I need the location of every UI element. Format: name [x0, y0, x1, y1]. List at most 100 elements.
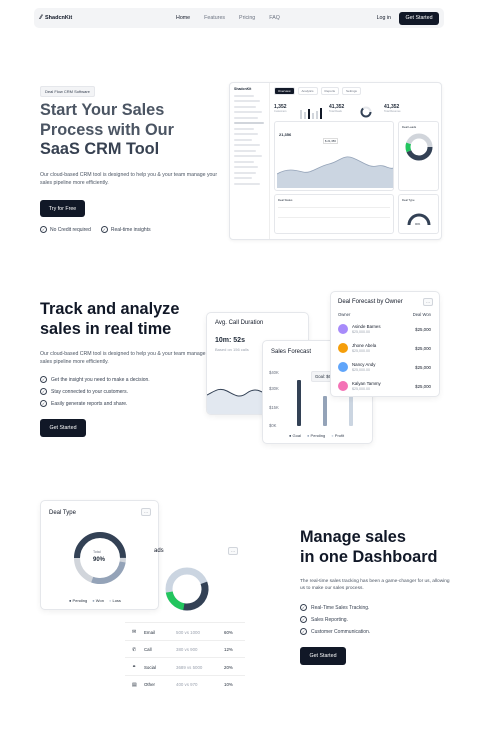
deal-type-mini: Deal Type 90% — [398, 194, 439, 234]
dashboard-brand: ShadcnKit — [234, 87, 252, 91]
hero-badge: Deal Flow CRM Software — [40, 86, 95, 97]
dashboard-tab-overview[interactable]: Overview — [274, 87, 295, 95]
lead-ratio: 500 vs 1000 — [176, 629, 200, 635]
check-circle-icon: ✓ — [300, 604, 307, 611]
nav-link-home[interactable]: Home — [176, 15, 190, 21]
brand-name: ShadcnKit — [45, 15, 73, 21]
hero-title: Start Your Sales Process with Our SaaS C… — [40, 101, 215, 160]
dashboard-sidebar: ShadcnKit — [230, 83, 270, 239]
table-title: Deal Status — [278, 198, 293, 202]
login-link[interactable]: Log in — [377, 15, 391, 21]
call-duration-value: 10m: 52s — [215, 337, 245, 344]
owner-row: Asinde Barnes $25,000.00 $25,000 — [338, 322, 432, 339]
table-row: ✆ Call 380 vs 900 12% — [125, 639, 245, 659]
hero-description: Our cloud-based CRM tool is designed to … — [40, 172, 218, 186]
leads-donut — [165, 567, 209, 611]
owner-name: Jhone Abela — [352, 343, 377, 348]
legend-label: Pending — [310, 433, 326, 438]
list-item: ✓ Real-Time Sales Tracking. — [300, 604, 370, 611]
mini-title: Deal Leads — [402, 125, 417, 129]
lead-channel: Social — [144, 664, 156, 670]
lead-ratio: 3689 vs 5000 — [176, 664, 203, 670]
chart-value: 21,356 — [279, 132, 292, 137]
y-tick: $0K — [269, 423, 277, 428]
list-item: ✓ Customer Communication. — [300, 628, 370, 635]
owner-row: Nancy Andy $25,000.00 $25,000 — [338, 360, 432, 377]
bar-goal — [297, 380, 301, 426]
owner-row: Kalyan Tammy $25,000.00 $25,000 — [338, 379, 432, 396]
check-circle-icon: ✓ — [300, 628, 307, 635]
legend-label: Loss — [112, 598, 121, 603]
deal-leads-card-content: ads ··· ✉ Email 500 vs 1000 60% ✆ Call 380 vs … — [125, 540, 245, 692]
section3-title-line-2: in one Dashboard — [300, 547, 438, 566]
area-chart — [277, 156, 393, 188]
lead-pct: 10% — [224, 682, 233, 687]
point-label: Customer Communication. — [311, 628, 371, 635]
dashboard-tab-reports[interactable]: Reports — [320, 87, 340, 95]
owner-deal-value: $25,000 — [415, 384, 431, 389]
avatar — [338, 362, 348, 372]
section2-title: Track and analyze sales in real time — [40, 300, 180, 338]
top-navbar: ⁄⁄ ShadcnKit Home Features Pricing FAQ L… — [34, 8, 444, 28]
try-for-free-button[interactable]: Try for Free — [40, 200, 85, 217]
point-label: Sales Reporting. — [311, 616, 348, 623]
lead-ratio: 380 vs 900 — [176, 647, 198, 652]
hero-checks: ✓ No Credit required ✓ Real-time insights — [40, 226, 151, 233]
stat-card: 41,352 Total Revenue — [384, 104, 434, 113]
more-icon[interactable]: ··· — [141, 508, 151, 516]
mini-donut — [405, 133, 433, 161]
more-icon[interactable]: ··· — [228, 547, 238, 555]
nav-link-features[interactable]: Features — [204, 15, 225, 21]
legend-item: ● Profit — [331, 433, 345, 438]
nav-link-pricing[interactable]: Pricing — [239, 15, 255, 21]
point-label: Real-Time Sales Tracking. — [311, 604, 370, 611]
card-title: ads — [154, 548, 164, 554]
point-label: Stay connected to your customers. — [51, 388, 128, 395]
section2-description: Our cloud-based CRM tool is designed to … — [40, 351, 218, 365]
check-circle-icon: ✓ — [40, 226, 47, 233]
dashboard-tab-settings[interactable]: Settings — [342, 87, 361, 95]
y-tick: $15K — [269, 405, 279, 410]
avatar — [338, 381, 348, 391]
owner-sub: $25,000.00 — [352, 368, 370, 372]
more-icon[interactable]: ··· — [423, 298, 433, 306]
y-tick: $30K — [269, 386, 279, 391]
stat-label: Total Revenue — [384, 110, 401, 113]
check-circle-icon: ✓ — [300, 616, 307, 623]
revenue-chart: 21,356 $ 21,356 — [274, 121, 394, 191]
donut-center-value: 90% — [93, 557, 106, 563]
card-title: Avg. Call Duration — [215, 320, 264, 326]
main-menu: Home Features Pricing FAQ — [176, 15, 294, 21]
email-icon: ✉ — [132, 629, 137, 635]
legend-item: ● Won — [92, 598, 104, 603]
dashboard-tab-analytics[interactable]: Analytics — [297, 87, 318, 95]
section3-get-started-button[interactable]: Get Started — [300, 647, 346, 665]
legend-label: Pending — [72, 598, 88, 603]
col-header: Deal Won — [412, 312, 431, 317]
list-item: ✓ Get the insight you need to make a deci… — [40, 376, 150, 383]
brand-logo[interactable]: ⁄⁄ ShadcnKit — [40, 15, 72, 21]
lead-pct: 60% — [224, 629, 233, 635]
owner-name: Nancy Andy — [352, 362, 376, 367]
deal-status-table: Deal Status — [274, 194, 394, 234]
nav-get-started-button[interactable]: Get Started — [399, 11, 439, 25]
legend-item: ● Goal — [289, 433, 301, 438]
lead-pct: 20% — [224, 664, 233, 670]
legend-item: ● Pending — [69, 598, 88, 603]
owner-deal-value: $25,000 — [415, 327, 431, 332]
section3-description: The real-time sales tracking has been a … — [300, 579, 450, 591]
owner-name: Kalyan Tammy — [352, 381, 381, 386]
deal-leads-mini: Deal Leads — [398, 121, 439, 191]
legend-item: ● Pending — [307, 433, 326, 438]
owner-sub: $25,000.00 — [352, 349, 370, 353]
section2-get-started-button[interactable]: Get Started — [40, 419, 86, 437]
owner-sub: $25,000.00 — [352, 330, 370, 334]
owner-name: Asinde Barnes — [352, 324, 381, 329]
nav-link-faq[interactable]: FAQ — [269, 15, 280, 21]
card-title: Deal Forecast by Owner — [338, 299, 403, 305]
lead-channel: Other — [144, 682, 155, 687]
hero-title-line-3: SaaS CRM Tool — [40, 140, 160, 158]
logo-icon: ⁄⁄ — [40, 15, 43, 21]
table-row: ▤ Other 400 vs 970 10% — [125, 674, 245, 694]
owner-row: Jhone Abela $25,000.00 $25,000 — [338, 341, 432, 358]
